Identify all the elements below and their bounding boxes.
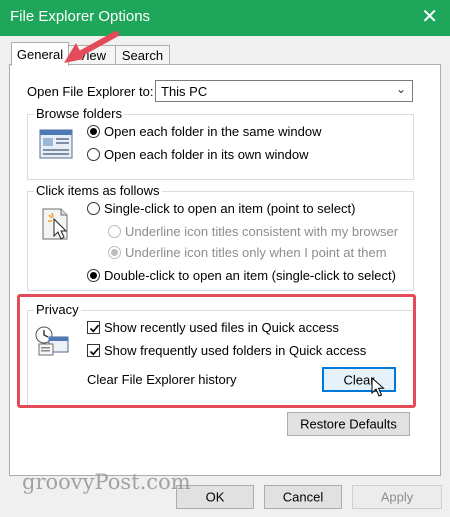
click-items-legend: Click items as follows (34, 183, 162, 198)
general-tab-page: Open File Explorer to: This PC ⌄ Browse … (9, 64, 441, 476)
single-click-label: Single-click to open an item (point to s… (104, 201, 356, 216)
double-click-radio[interactable] (87, 269, 100, 282)
double-click-option[interactable]: Double-click to open an item (single-cli… (87, 268, 396, 283)
chevron-down-icon: ⌄ (395, 82, 406, 96)
folder-windows-icon (39, 129, 73, 159)
restore-defaults-button[interactable]: Restore Defaults (287, 412, 410, 436)
tab-search-label: Search (121, 48, 164, 63)
browse-folders-group: Browse folders Open each folder in the s… (27, 106, 414, 180)
browse-same-window-option[interactable]: Open each folder in the same window (87, 124, 322, 139)
browse-own-window-option[interactable]: Open each folder in its own window (87, 147, 309, 162)
browse-own-window-radio[interactable] (87, 148, 100, 161)
single-click-option[interactable]: Single-click to open an item (point to s… (87, 201, 355, 216)
browse-same-window-label: Open each folder in the same window (104, 124, 322, 139)
underline-point-label: Underline icon titles only when I point … (125, 245, 387, 260)
double-click-label: Double-click to open an item (single-cli… (104, 268, 396, 283)
browse-folders-legend: Browse folders (34, 106, 124, 121)
underline-point-option[interactable]: Underline icon titles only when I point … (108, 245, 387, 260)
annotation-highlight-box (17, 294, 416, 408)
underline-browser-label: Underline icon titles consistent with my… (125, 224, 399, 239)
close-icon[interactable]: ✕ (421, 5, 438, 29)
window-title: File Explorer Options (10, 8, 151, 25)
cancel-label: Cancel (282, 489, 324, 505)
watermark: groovyPost.com (22, 470, 191, 494)
cancel-button[interactable]: Cancel (264, 485, 342, 509)
watermark-text: groovyPost.com (22, 470, 191, 494)
apply-button[interactable]: Apply (352, 485, 442, 509)
apply-label: Apply (380, 489, 414, 505)
annotation-arrow-icon (64, 31, 119, 63)
pointer-click-icon (42, 208, 68, 240)
browse-own-window-label: Open each folder in its own window (104, 147, 309, 162)
tab-search[interactable]: Search (115, 45, 170, 65)
single-click-radio[interactable] (87, 202, 100, 215)
underline-browser-radio[interactable] (108, 225, 121, 238)
open-to-dropdown[interactable]: This PC ⌄ (155, 80, 413, 102)
open-to-value: This PC (161, 84, 208, 99)
underline-point-radio[interactable] (108, 246, 121, 259)
underline-browser-option[interactable]: Underline icon titles consistent with my… (108, 224, 398, 239)
restore-defaults-label: Restore Defaults (300, 416, 397, 432)
click-items-group: Click items as follows Single-click to o… (27, 183, 414, 291)
browse-same-window-radio[interactable] (87, 125, 100, 138)
open-to-label: Open File Explorer to: (27, 84, 154, 99)
